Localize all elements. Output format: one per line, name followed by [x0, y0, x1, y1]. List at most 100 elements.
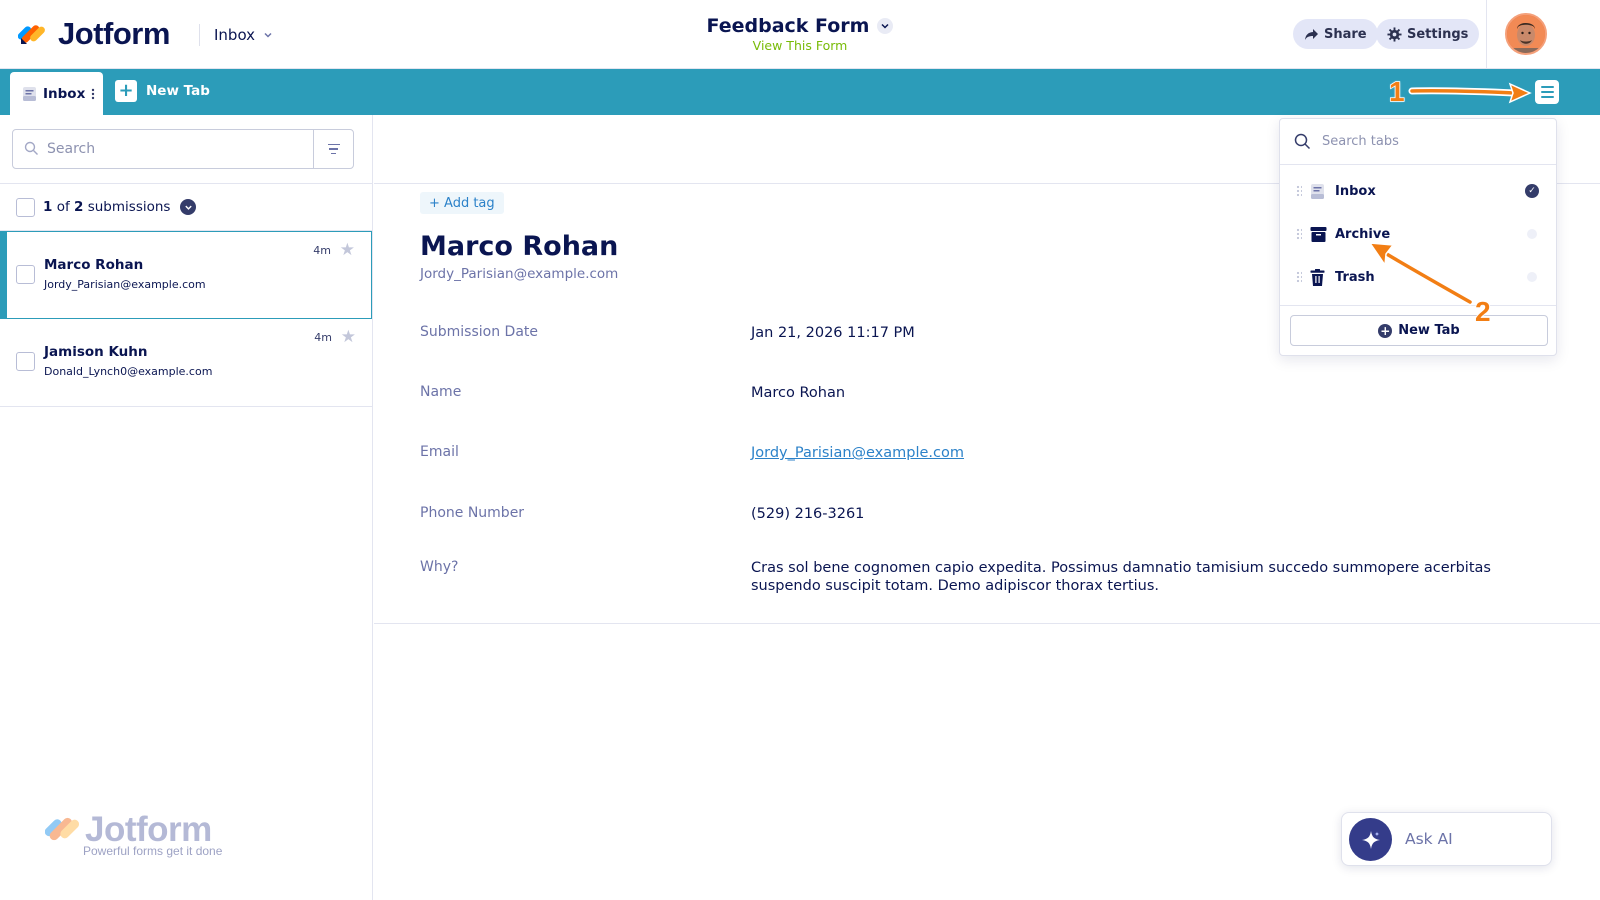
tab-menu-item-archive[interactable]: Archive: [1280, 215, 1556, 255]
ask-ai-label: Ask AI: [1405, 830, 1453, 848]
row-time: 4m: [313, 244, 331, 257]
list-item[interactable]: Jamison Kuhn Donald_Lynch0@example.com 4…: [0, 319, 372, 407]
share-label: Share: [1324, 26, 1367, 42]
status-dot: [1527, 272, 1537, 282]
dropdown-divider: [1280, 305, 1556, 306]
tabs-dropdown-menu: Inbox ✓ Archive Trash + New Tab: [1279, 118, 1557, 356]
field-label: Name: [420, 384, 462, 400]
tab-menu-label: Inbox: [1335, 184, 1376, 199]
tab-menu-label: Archive: [1335, 227, 1391, 242]
jotform-logo-icon: [18, 25, 45, 44]
annotation-step-1: 1: [1388, 75, 1405, 108]
search-icon: [1294, 133, 1311, 150]
dropdown-new-tab-button[interactable]: + New Tab: [1290, 315, 1548, 346]
email-link[interactable]: Jordy_Parisian@example.com: [751, 444, 964, 462]
new-tab-button[interactable]: + New Tab: [115, 80, 210, 102]
field-value: (529) 216-3261: [751, 506, 865, 522]
form-title-text: Feedback Form: [706, 15, 870, 37]
user-photo-icon: [1507, 15, 1545, 53]
form-title[interactable]: Feedback Form: [707, 15, 894, 37]
share-button[interactable]: Share: [1293, 19, 1378, 49]
submission-list-panel: 1 of 2 submissions Marco Rohan Jordy_Par…: [0, 115, 373, 900]
plus-circle-icon: +: [1378, 323, 1393, 338]
user-avatar[interactable]: [1505, 13, 1547, 55]
jotform-watermark-icon: [45, 817, 80, 841]
detail-divider: [374, 623, 1600, 624]
star-icon[interactable]: ★: [340, 240, 355, 260]
submission-name: Marco Rohan: [420, 231, 619, 262]
search-bar: [12, 129, 354, 169]
row-name: Marco Rohan: [44, 257, 144, 273]
list-item[interactable]: Marco Rohan Jordy_Parisian@example.com 4…: [0, 231, 372, 319]
gear-icon: [1387, 26, 1402, 42]
new-tab-label: New Tab: [146, 83, 210, 99]
filter-icon: [327, 143, 340, 146]
row-email: Jordy_Parisian@example.com: [44, 278, 206, 291]
row-checkbox[interactable]: [16, 352, 35, 371]
tab-inbox[interactable]: Inbox: [10, 72, 103, 115]
inbox-selector[interactable]: Inbox: [199, 24, 275, 46]
hamburger-line: [1540, 91, 1554, 93]
settings-button[interactable]: Settings: [1376, 19, 1480, 49]
trash-icon: [1310, 269, 1325, 286]
plus-icon: +: [115, 80, 137, 102]
tab-menu-item-trash[interactable]: Trash: [1280, 258, 1556, 298]
select-all-checkbox[interactable]: [16, 197, 35, 217]
chevron-down-icon: [877, 18, 894, 34]
hamburger-line: [1540, 96, 1554, 98]
settings-label: Settings: [1407, 26, 1469, 42]
app-name: Jotform: [58, 16, 170, 51]
row-email: Donald_Lynch0@example.com: [44, 365, 213, 378]
field-value: Cras sol bene cognomen capio expedita. P…: [751, 560, 1491, 594]
tabs-search-input[interactable]: [1322, 131, 1522, 151]
submission-count-row: 1 of 2 submissions: [0, 183, 372, 231]
chevron-down-icon[interactable]: [180, 199, 197, 215]
tab-menu-item-inbox[interactable]: Inbox ✓: [1280, 172, 1556, 212]
search-input[interactable]: [47, 139, 307, 159]
count-suffix: submissions: [87, 199, 171, 215]
field-label: Email: [420, 444, 459, 460]
archive-icon: [1310, 227, 1327, 242]
drag-handle-icon[interactable]: [1296, 185, 1302, 197]
count-total: 2: [74, 199, 84, 215]
star-icon[interactable]: ★: [341, 327, 356, 347]
field-label: Submission Date: [420, 324, 539, 340]
annotation-step-2: 2: [1474, 295, 1491, 328]
filter-line: [329, 148, 338, 150]
add-tag-button[interactable]: + Add tag: [420, 192, 504, 214]
count-current: 1: [43, 199, 53, 215]
more-vertical-icon[interactable]: [91, 88, 95, 100]
view-form-link[interactable]: View This Form: [640, 38, 960, 53]
form-title-block: Feedback Form View This Form: [640, 15, 960, 53]
chevron-down-icon: [261, 28, 275, 42]
watermark-tagline: Powerful forms get it done: [83, 844, 223, 858]
check-circle-icon: ✓: [1525, 184, 1539, 198]
row-time: 4m: [314, 331, 332, 344]
field-label: Why?: [420, 559, 459, 575]
field-label: Phone Number: [420, 505, 525, 521]
drag-handle-icon[interactable]: [1296, 228, 1302, 240]
search-icon: [24, 141, 38, 155]
top-header: Jotform Inbox Feedback Form View This Fo…: [0, 0, 1600, 69]
submission-email: Jordy_Parisian@example.com: [420, 266, 619, 282]
tabs-menu-button[interactable]: [1535, 80, 1559, 104]
filter-button[interactable]: [313, 130, 353, 168]
share-icon: [1305, 28, 1318, 40]
inbox-selector-label: Inbox: [214, 26, 256, 44]
field-value: Marco Rohan: [751, 385, 846, 401]
sparkle-icon: [1349, 818, 1392, 861]
count-of: of: [56, 199, 70, 215]
submission-count: 1 of 2 submissions: [43, 199, 170, 215]
row-checkbox[interactable]: [16, 265, 35, 284]
ask-ai-button[interactable]: Ask AI: [1341, 812, 1552, 866]
tab-bar: Inbox + New Tab: [0, 69, 1600, 115]
row-name: Jamison Kuhn: [44, 344, 148, 360]
tabs-search-bar: [1280, 119, 1556, 165]
header-divider: [1486, 0, 1487, 68]
drag-handle-icon[interactable]: [1296, 271, 1302, 283]
tab-inbox-label: Inbox: [43, 85, 86, 102]
dropdown-new-tab-label: New Tab: [1398, 323, 1460, 338]
tab-menu-label: Trash: [1335, 270, 1375, 285]
hamburger-icon: [1540, 86, 1554, 88]
jotform-logo[interactable]: Jotform: [18, 16, 170, 52]
